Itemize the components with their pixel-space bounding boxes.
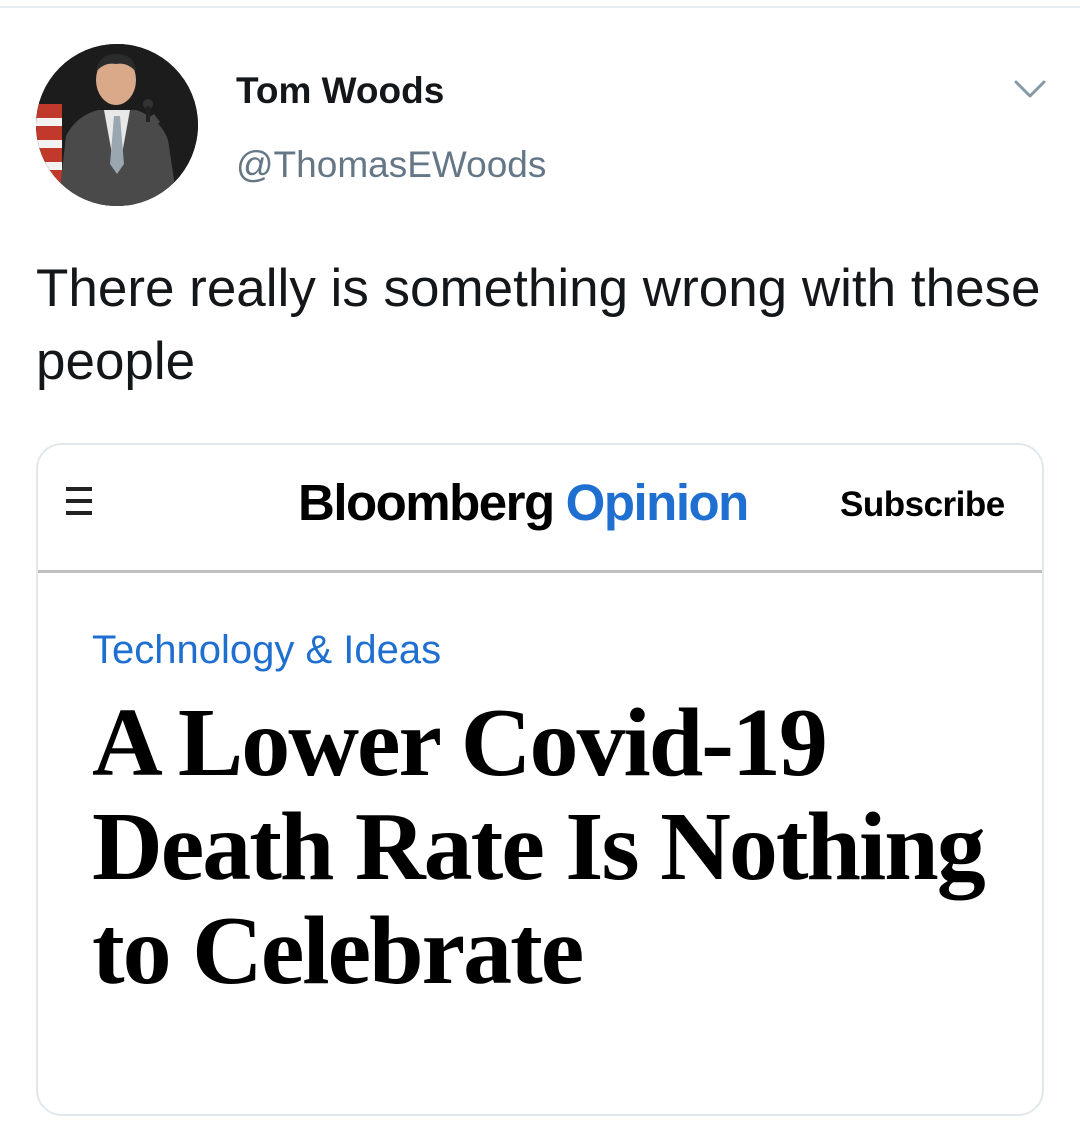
avatar[interactable] [36, 44, 198, 206]
avatar-photo [36, 44, 198, 206]
top-divider [0, 6, 1080, 8]
bloomberg-opinion-logo[interactable]: Bloomberg Opinion [298, 473, 750, 532]
article-headline[interactable]: A Lower Covid-19 Death Rate Is Nothing t… [92, 691, 992, 1003]
article-category[interactable]: Technology & Ideas [92, 628, 441, 673]
subscribe-button[interactable]: Subscribe [840, 485, 1005, 525]
logo-brand: Bloomberg [298, 474, 555, 531]
author-handle[interactable]: @ThomasEWoods [236, 144, 546, 186]
author-name[interactable]: Tom Woods [236, 70, 444, 112]
hamburger-menu-icon[interactable] [66, 487, 92, 519]
link-card[interactable]: Bloomberg Opinion Subscribe Technology & … [36, 443, 1044, 1116]
card-header: Bloomberg Opinion Subscribe [38, 445, 1042, 573]
logo-section: Opinion [565, 474, 750, 531]
chevron-down-icon[interactable] [1010, 74, 1050, 104]
tweet-text: There really is something wrong with the… [36, 259, 1041, 391]
